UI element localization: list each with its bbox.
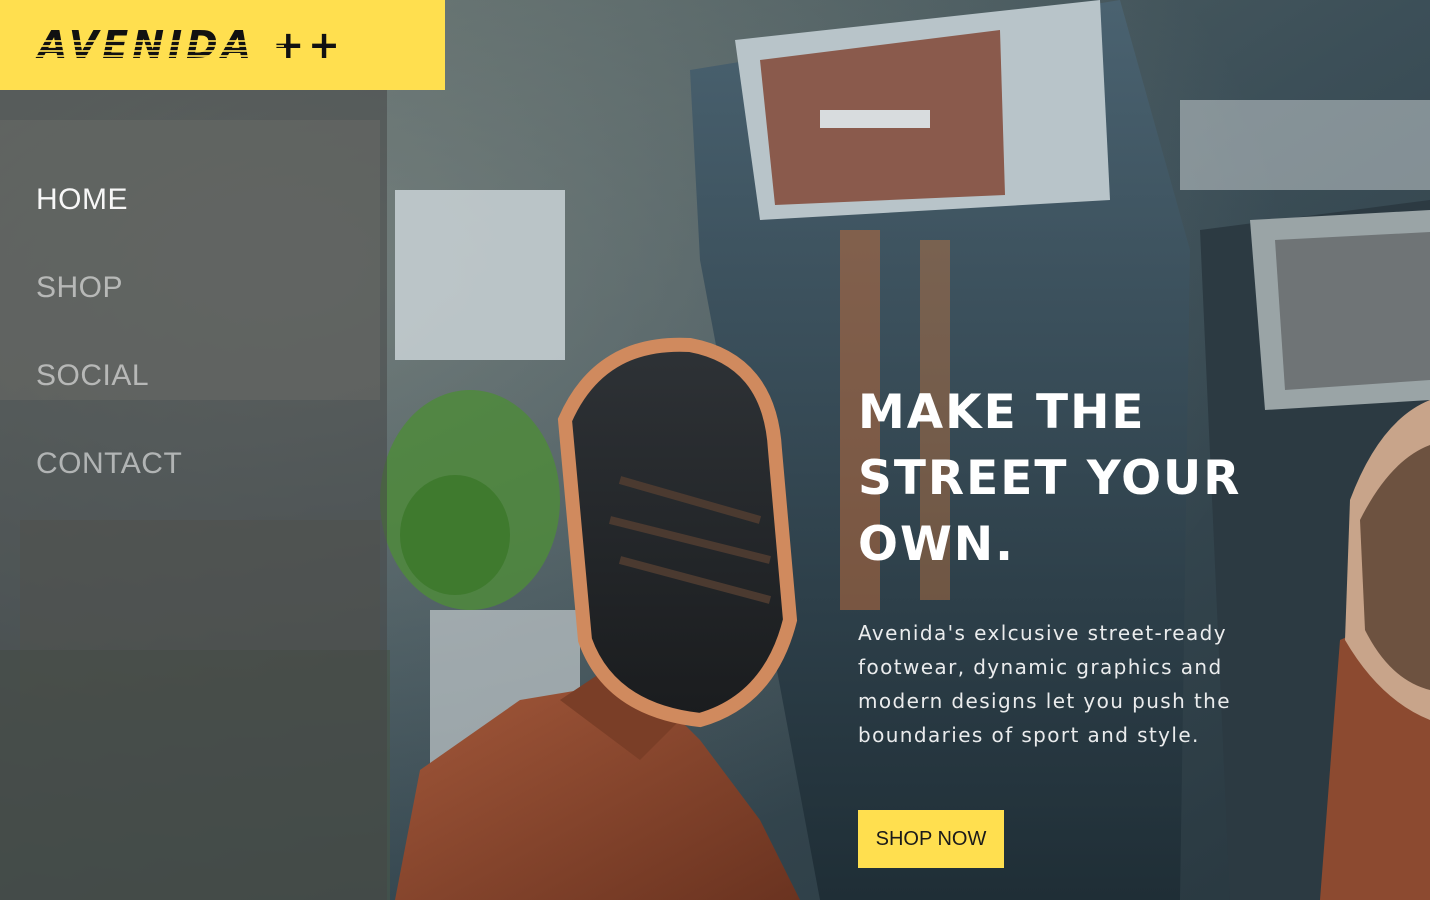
nav-item-shop[interactable]: SHOP [36,271,123,305]
nav-item-home[interactable]: HOME [36,183,128,217]
shop-now-button[interactable]: SHOP NOW [858,810,1004,868]
hero-headline: MAKE THE STREET YOUR OWN. [858,385,1242,572]
sidebar-nav: HOME SHOP SOCIAL CONTACT [0,90,387,900]
logo[interactable]: AVENIDA ++ [0,0,445,90]
nav-item-social[interactable]: SOCIAL [36,359,149,393]
logo-text: AVENIDA ++ [32,23,344,67]
logo-label: AVENIDA ++ [38,23,344,67]
hero-content: MAKE THE STREET YOUR OWN. Avenida's exlc… [858,380,1278,752]
nav-item-contact[interactable]: CONTACT [36,447,182,481]
hero-description: Avenida's exlcusive street-ready footwea… [858,621,1231,747]
